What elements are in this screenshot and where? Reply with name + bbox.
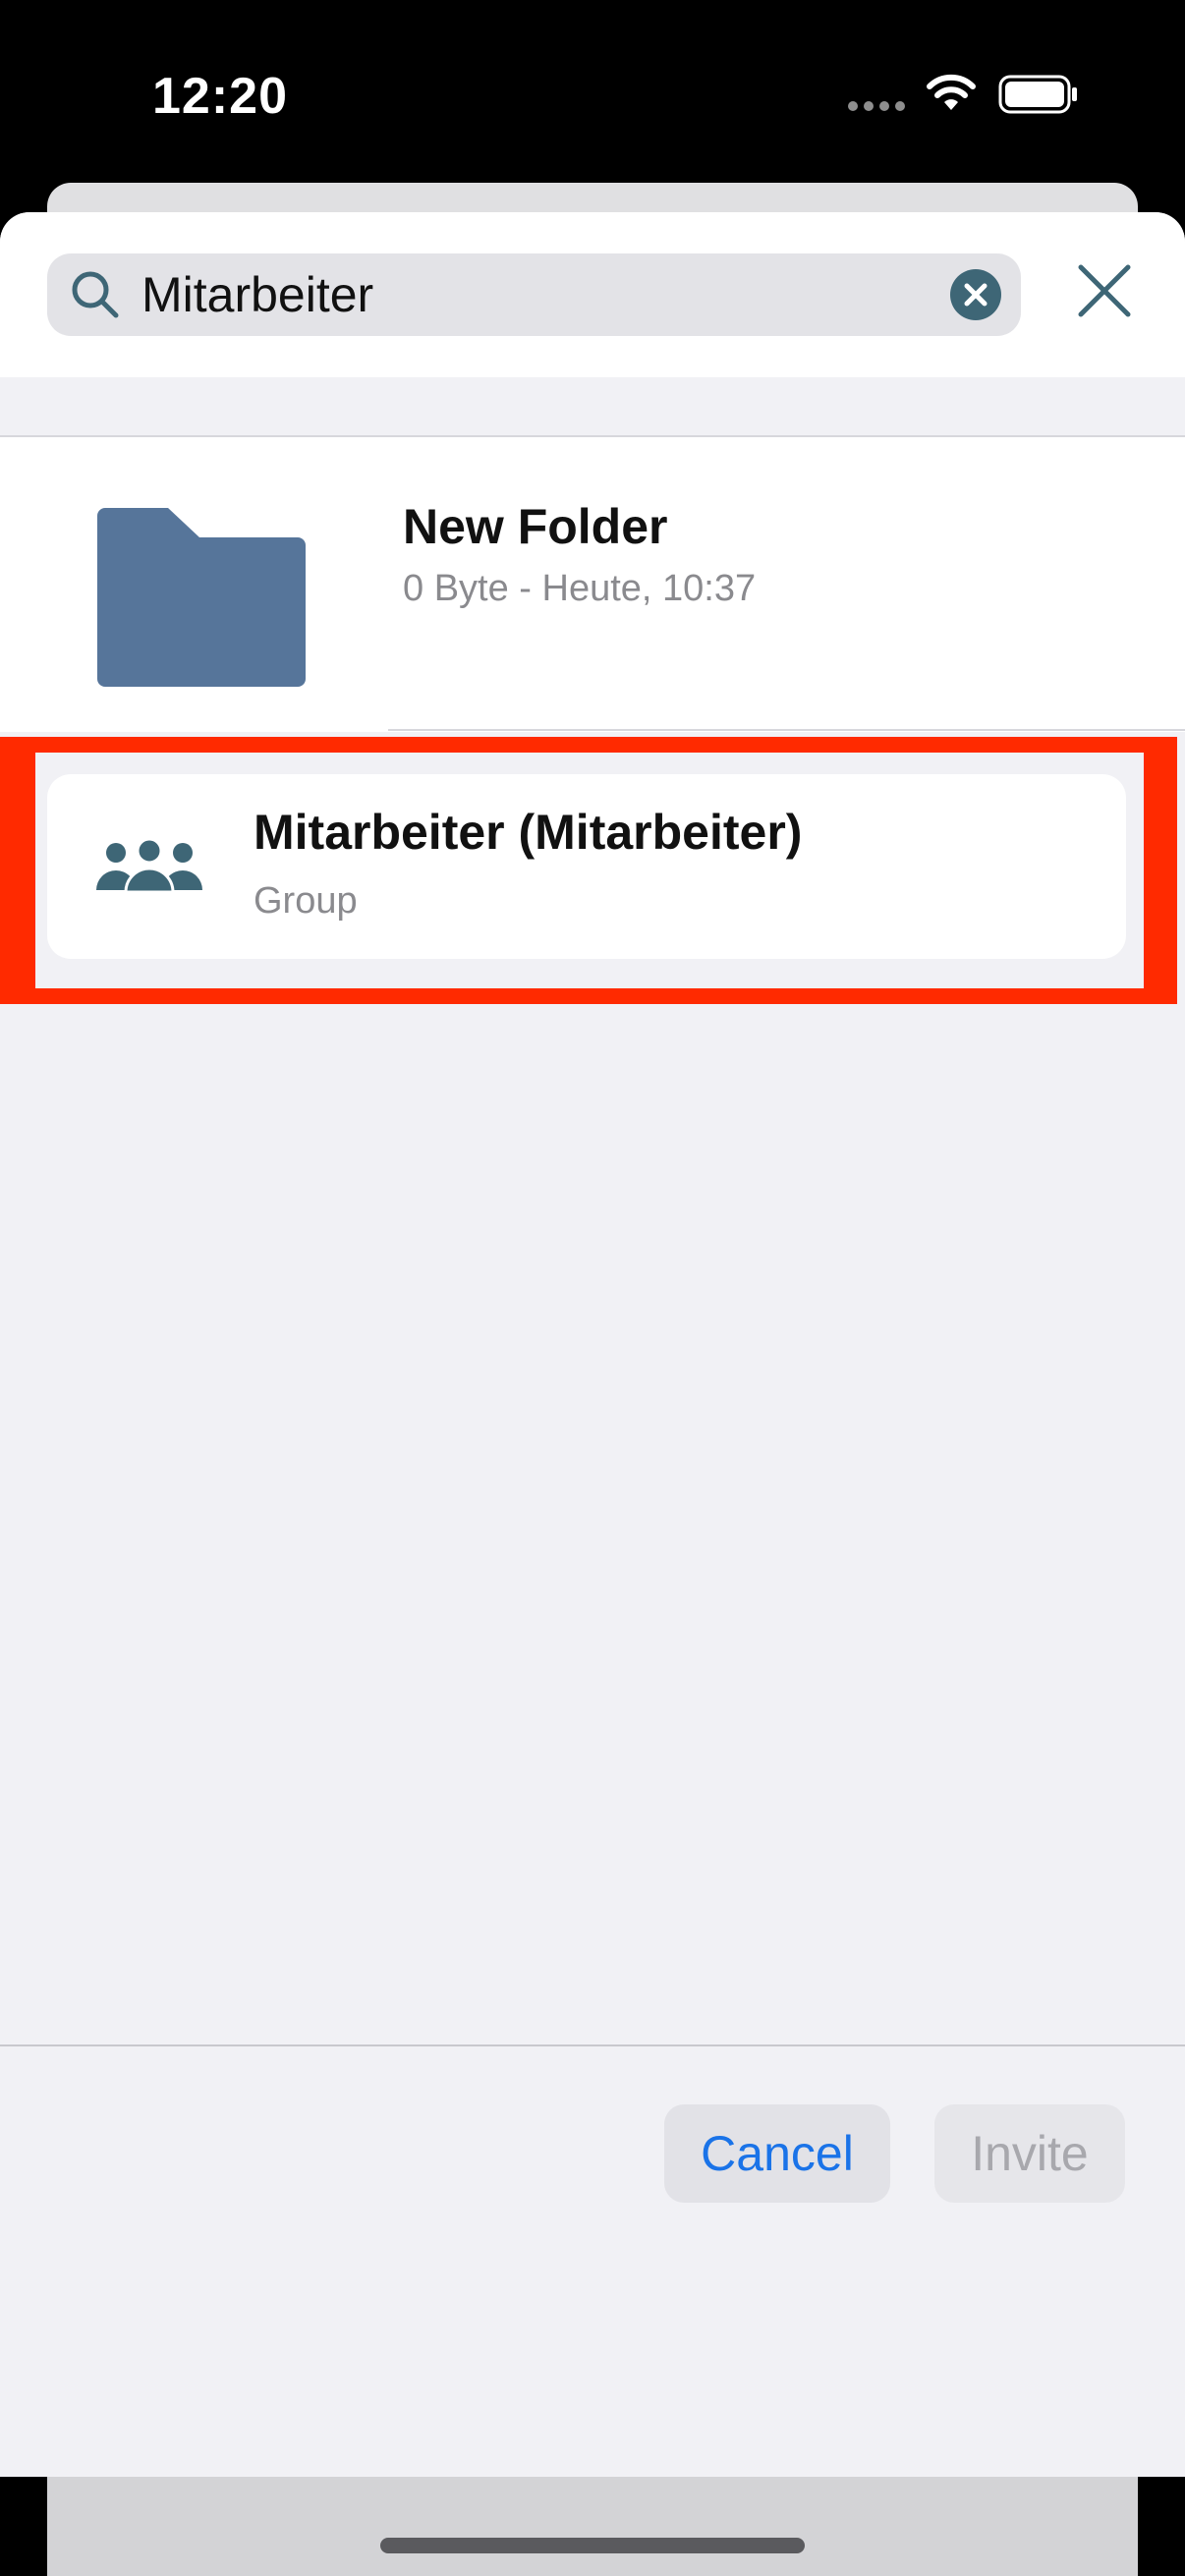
list-item-folder[interactable]: New Folder 0 Byte - Heute, 10:37	[0, 437, 1185, 732]
search-input[interactable]: Mitarbeiter	[47, 253, 1021, 336]
search-icon	[69, 268, 124, 328]
cellular-signal-icon	[848, 101, 905, 111]
status-time: 12:20	[152, 68, 288, 125]
close-icon[interactable]	[1077, 263, 1132, 323]
group-type: Group	[254, 880, 358, 922]
wifi-icon	[926, 73, 977, 117]
folder-meta: 0 Byte - Heute, 10:37	[403, 568, 757, 609]
folder-name: New Folder	[403, 499, 668, 554]
divider	[388, 729, 1185, 731]
bottom-sheet-edge	[47, 2477, 1138, 2576]
home-indicator[interactable]	[380, 2538, 805, 2553]
group-name: Mitarbeiter (Mitarbeiter)	[254, 805, 803, 860]
footer-divider	[0, 2044, 1185, 2046]
battery-icon	[998, 75, 1081, 119]
search-query: Mitarbeiter	[141, 267, 374, 322]
search-header: Mitarbeiter	[0, 212, 1185, 377]
folder-icon	[97, 508, 306, 692]
cancel-button[interactable]: Cancel	[664, 2104, 890, 2203]
share-search-sheet: Mitarbeiter New Folder 0 Byte - Heute, 1…	[0, 212, 1185, 2477]
group-icon	[96, 837, 202, 899]
clear-search-icon[interactable]	[950, 269, 1001, 325]
list-item-group[interactable]: Mitarbeiter (Mitarbeiter) Group	[47, 774, 1126, 959]
status-bar: 12:20	[0, 0, 1185, 196]
invite-button[interactable]: Invite	[934, 2104, 1125, 2203]
